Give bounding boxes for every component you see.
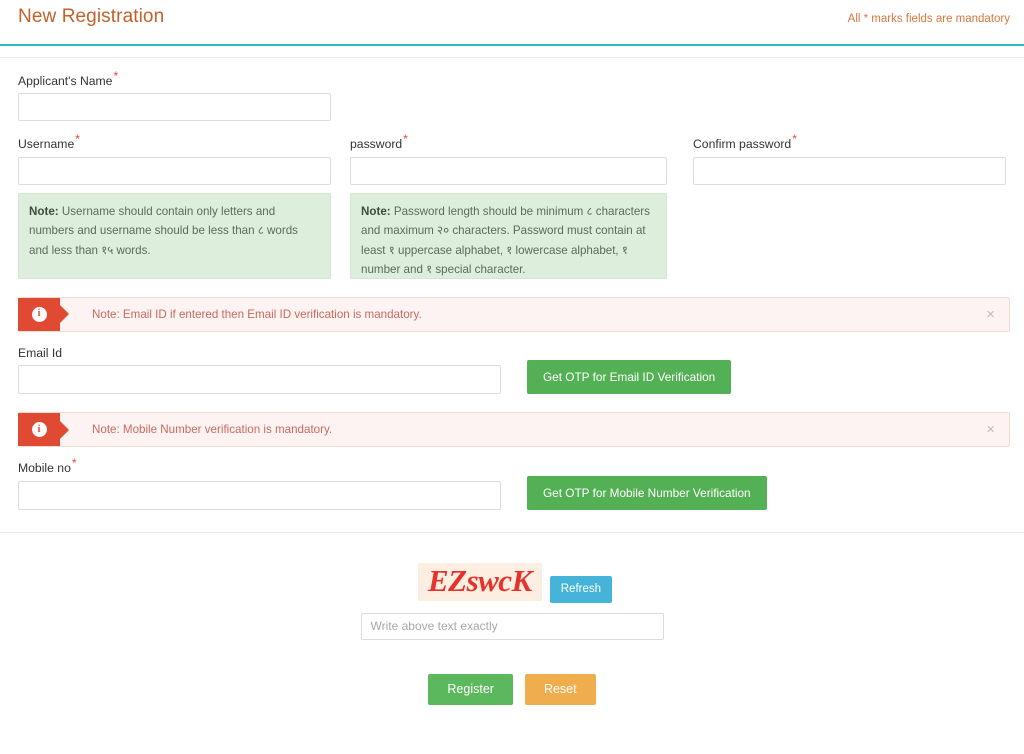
required-asterisk: * [113, 68, 119, 83]
header-divider [0, 46, 1024, 58]
username-label-text: Username [18, 137, 75, 152]
credentials-row: Username* Note: Username should contain … [18, 133, 1006, 279]
password-note: Note: Password length should be minimum … [350, 192, 668, 279]
password-label: password* [350, 133, 408, 152]
page-title: New Registration [18, 6, 165, 27]
email-field-group: Email Id Get OTP for Email ID Verificati… [18, 344, 1006, 395]
get-otp-email-button[interactable]: Get OTP for Email ID Verification [527, 360, 732, 395]
info-icon-glyph: i [31, 422, 47, 438]
username-label: Username* [18, 133, 80, 152]
mobile-verification-alert: i Note: Mobile Number verification is ma… [18, 412, 1010, 448]
email-verification-alert: i Note: Email ID if entered then Email I… [18, 296, 1010, 332]
info-icon-glyph: i [31, 306, 47, 322]
email-input-wrap: Email Id [18, 344, 501, 395]
required-asterisk: * [792, 132, 797, 147]
register-button[interactable]: Register [428, 673, 513, 705]
confirm-password-label: Confirm password* [693, 133, 797, 152]
captcha-section: EZswcK Refresh [18, 562, 1006, 640]
password-note-prefix: Note: [361, 204, 391, 218]
mandatory-fields-note: All * marks fields are mandatory [847, 13, 1010, 25]
close-icon[interactable]: × [986, 298, 1009, 331]
confirm-password-label-text: Confirm password [693, 137, 792, 152]
password-field-group: password* Note: Password length should b… [350, 133, 693, 279]
username-field-group: Username* Note: Username should contain … [18, 133, 350, 279]
info-icon: i [18, 297, 60, 331]
captcha-row: EZswcK Refresh [417, 562, 613, 603]
username-note-text: Username should contain only letters and… [29, 204, 298, 257]
password-note-text: Password length should be minimum ८ char… [361, 204, 650, 277]
email-input[interactable] [18, 365, 501, 395]
mobile-input-wrap: Mobile no* [18, 457, 501, 510]
mobile-input[interactable] [18, 480, 501, 510]
applicant-name-field-group: Applicant's Name* [18, 70, 1006, 122]
required-asterisk: * [403, 132, 408, 147]
refresh-captcha-button[interactable]: Refresh [549, 575, 613, 603]
username-note: Note: Username should contain only lette… [18, 192, 331, 279]
mobile-alert-message: Note: Mobile Number verification is mand… [92, 423, 333, 437]
required-asterisk: * [71, 456, 77, 471]
page-header: New Registration All * marks fields are … [0, 0, 1024, 46]
info-icon: i [18, 413, 60, 447]
mobile-field-group: Mobile no* Get OTP for Mobile Number Ver… [18, 457, 1006, 510]
password-input[interactable] [350, 156, 668, 185]
email-label: Email Id [18, 345, 63, 360]
confirm-password-input[interactable] [693, 156, 1006, 185]
confirm-password-field-group: Confirm password* [693, 133, 1006, 278]
close-icon[interactable]: × [986, 413, 1009, 446]
section-divider [0, 531, 1024, 533]
reset-button[interactable]: Reset [524, 673, 596, 705]
form-actions: Register Reset [18, 673, 1006, 705]
email-alert-message: Note: Email ID if entered then Email ID … [92, 307, 422, 321]
username-note-prefix: Note: [29, 204, 59, 218]
applicant-name-input[interactable] [18, 93, 331, 122]
registration-form: Applicant's Name* Username* Note: Userna… [0, 70, 1024, 705]
get-otp-mobile-button[interactable]: Get OTP for Mobile Number Verification [527, 475, 767, 510]
mobile-label: Mobile no* [18, 457, 77, 476]
applicant-name-label: Applicant's Name* [18, 70, 118, 88]
applicant-name-label-text: Applicant's Name [18, 74, 113, 88]
captcha-image: EZswcK [417, 562, 542, 602]
required-asterisk: * [75, 132, 80, 147]
username-input[interactable] [18, 156, 331, 185]
registration-page: New Registration All * marks fields are … [0, 0, 1024, 754]
captcha-input[interactable] [360, 612, 664, 640]
mobile-label-text: Mobile no [18, 461, 71, 476]
password-label-text: password [350, 137, 403, 152]
